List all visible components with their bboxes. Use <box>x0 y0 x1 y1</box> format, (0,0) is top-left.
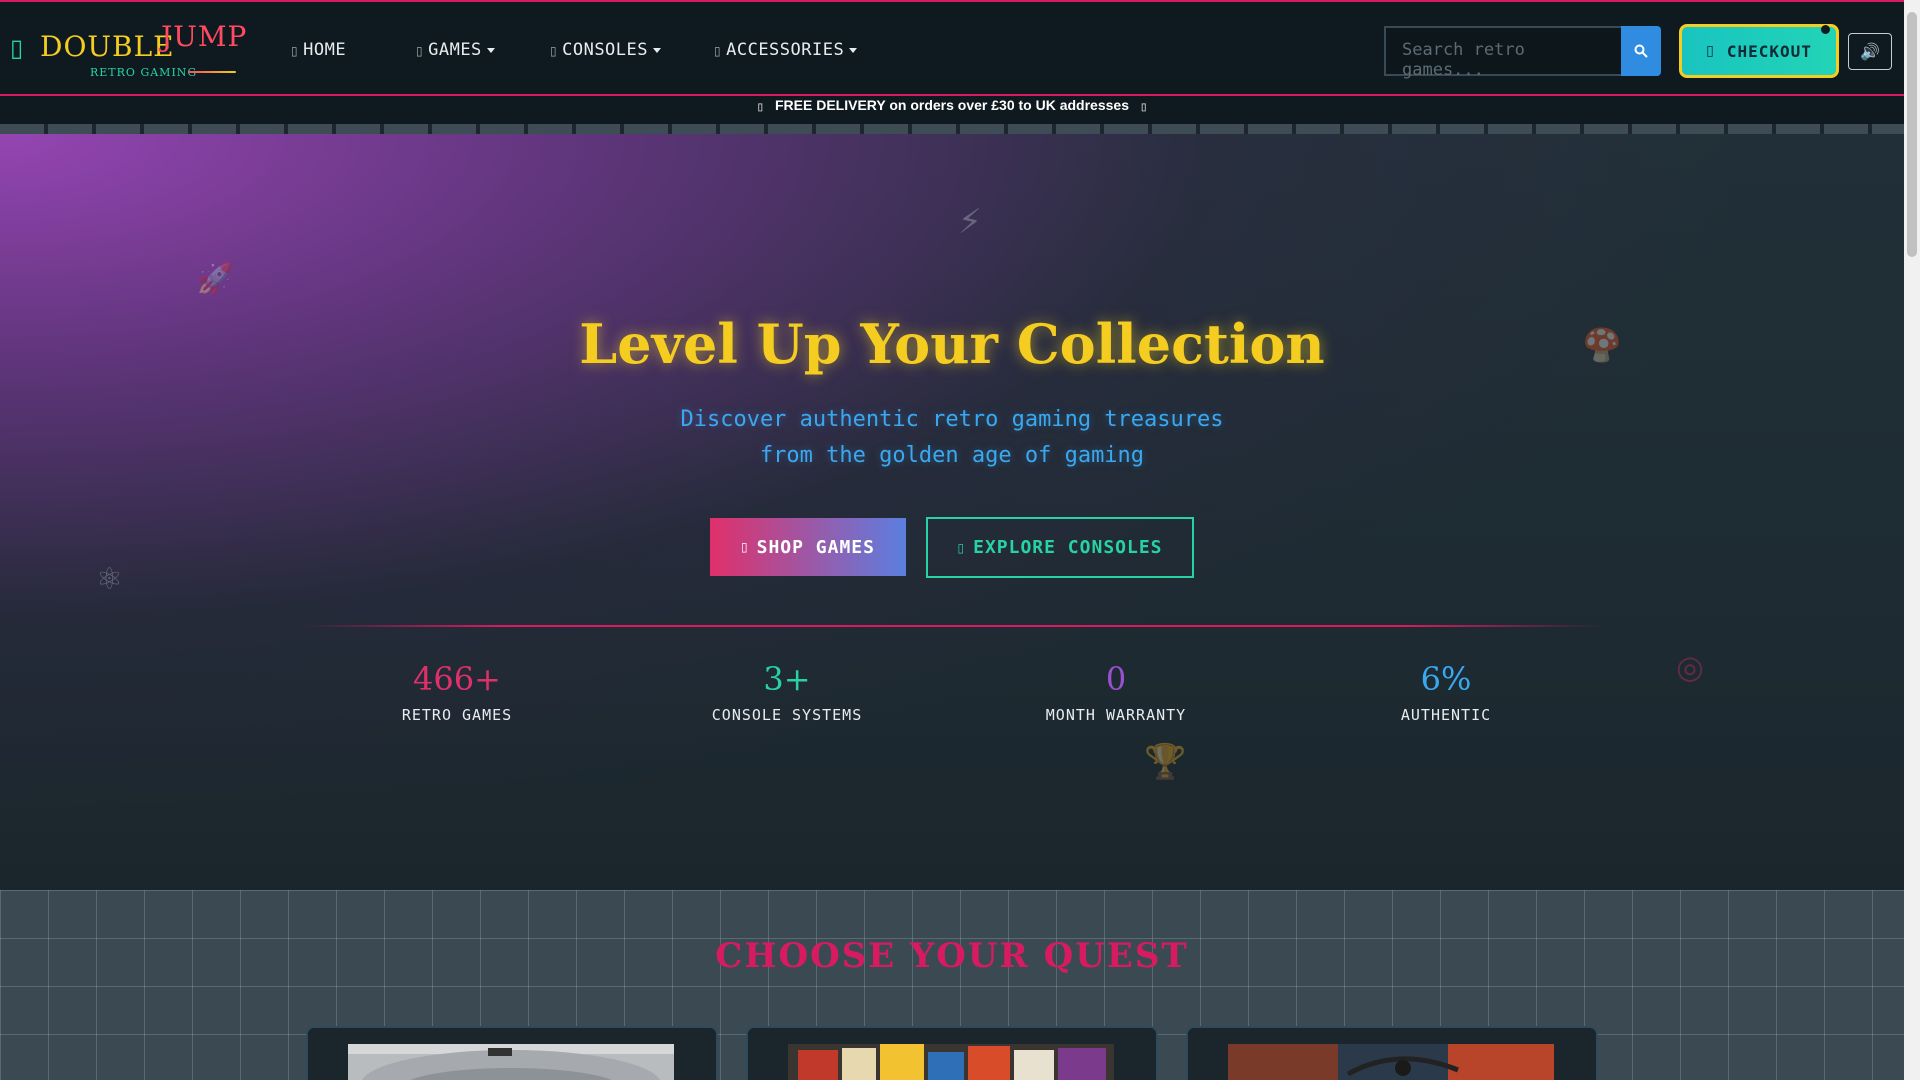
quest-card[interactable] <box>306 1026 718 1080</box>
target-icon: ◎ <box>1676 648 1704 686</box>
stat-label: MONTH WARRANTY <box>1045 706 1187 724</box>
checkout-button[interactable]: ▯ CHECKOUT <box>1679 24 1839 78</box>
brand-word-jump: JUMP <box>161 20 248 53</box>
card-image <box>348 1044 674 1080</box>
nav-item-label: CONSOLES <box>562 40 648 60</box>
brand-tagline: RETRO GAMING <box>90 66 198 79</box>
sound-toggle-button[interactable]: 🔊 <box>1848 33 1892 70</box>
card-image <box>1228 1044 1554 1080</box>
decorative-tick-strip <box>0 124 1904 134</box>
hero-divider <box>302 625 1602 627</box>
cart-icon: ▯ <box>1706 43 1715 59</box>
nav-item-consoles[interactable]: ▯ CONSOLES <box>550 40 661 60</box>
search-placeholder: Search retro games... <box>1402 40 1525 80</box>
home-icon: ▯ <box>291 44 299 58</box>
stat-label: CONSOLE SYSTEMS <box>711 706 863 724</box>
search-button[interactable] <box>1621 26 1661 76</box>
cart-count-badge <box>1821 25 1830 34</box>
shop-games-label: SHOP GAMES <box>756 536 875 558</box>
section-title: CHOOSE YOUR QUEST <box>715 936 1189 976</box>
gamepad-icon: ▯ <box>741 540 749 554</box>
chevron-down-icon <box>486 47 495 53</box>
shop-games-button[interactable]: ▯ SHOP GAMES <box>710 518 906 576</box>
stat-label: RETRO GAMES <box>401 706 513 724</box>
stat-month-warranty: 0 MONTH WARRANTY <box>966 660 1266 724</box>
search-icon <box>1634 44 1648 58</box>
stat-value: 6% <box>1420 660 1472 698</box>
page: ▯ DOUBLE JUMP RETRO GAMING ▯ HOME ▯ GAMES … <box>0 0 1904 1080</box>
checkout-label: CHECKOUT <box>1726 41 1812 61</box>
stat-authentic: 6% AUTHENTIC <box>1296 660 1596 724</box>
chevron-down-icon <box>849 47 858 53</box>
hero-section: ⚡ 🚀 🍄 ⚛ ◎ 🏆 Level Up Your Collection Dis… <box>0 134 1904 890</box>
quest-card[interactable] <box>1186 1026 1598 1080</box>
stat-value: 3+ <box>763 660 811 698</box>
nav-item-label: ACCESSORIES <box>726 40 845 60</box>
atom-icon: ⚛ <box>96 562 123 597</box>
hero-subtitle-line: Discover authentic retro gaming treasure… <box>680 407 1224 432</box>
accessories-photo <box>1228 1044 1554 1080</box>
brand-underline <box>188 71 236 73</box>
search-input[interactable]: Search retro games... <box>1384 26 1623 80</box>
page-scrollbar[interactable] <box>1904 0 1920 1080</box>
joystick-icon: ▯ <box>714 44 722 58</box>
gamepad-icon: ▯ <box>10 34 24 62</box>
chevron-down-icon <box>653 47 661 53</box>
explore-consoles-label: EXPLORE CONSOLES <box>973 537 1163 558</box>
quest-card[interactable] <box>746 1026 1158 1080</box>
hero-title: Level Up Your Collection <box>579 312 1325 376</box>
nav-item-label: GAMES <box>428 40 482 60</box>
console-icon: ▯ <box>550 44 558 58</box>
card-image <box>788 1044 1114 1080</box>
announcement-bar: ▯ FREE DELIVERY on orders over £30 to UK … <box>0 96 1904 125</box>
stat-value: 0 <box>1105 660 1127 698</box>
trophy-icon: 🏆 <box>1144 742 1187 782</box>
truck-icon: ▯ <box>757 102 763 113</box>
navbar: ▯ DOUBLE JUMP RETRO GAMING ▯ HOME ▯ GAMES … <box>0 0 1904 96</box>
stat-retro-games: 466+ RETRO GAMES <box>307 660 607 724</box>
brand-word-double: DOUBLE <box>40 30 175 63</box>
nav-item-games[interactable]: ▯ GAMES <box>416 40 495 60</box>
console-icon: ▯ <box>957 540 966 555</box>
truck-icon: ▯ <box>1141 102 1147 113</box>
brand-logo[interactable]: ▯ DOUBLE JUMP RETRO GAMING <box>10 20 246 80</box>
games-shelf-photo <box>788 1044 1114 1080</box>
quest-section: CHOOSE YOUR QUEST <box>0 890 1904 1080</box>
rocket-icon: 🚀 <box>196 262 234 297</box>
hero-subtitle: Discover authentic retro gaming treasure… <box>652 402 1252 474</box>
nav-item-home[interactable]: ▯ HOME <box>291 40 346 60</box>
nav-item-accessories[interactable]: ▯ ACCESSORIES <box>714 40 858 60</box>
gamepad-icon: ▯ <box>416 44 424 58</box>
hero-subtitle-line: from the golden age of gaming <box>759 443 1145 468</box>
nav-item-label: HOME <box>303 40 347 60</box>
stat-value: 466+ <box>413 660 501 698</box>
stat-label: AUTHENTIC <box>1400 706 1492 724</box>
lightning-icon: ⚡ <box>958 202 982 242</box>
scrollbar-thumb[interactable] <box>1907 12 1917 257</box>
explore-consoles-button[interactable]: ▯ EXPLORE CONSOLES <box>926 517 1194 578</box>
console-photo <box>348 1044 674 1080</box>
speaker-icon: 🔊 <box>1860 42 1880 61</box>
announcement-text: FREE DELIVERY on orders over £30 to UK a… <box>774 97 1129 113</box>
stat-console-systems: 3+ CONSOLE SYSTEMS <box>637 660 937 724</box>
